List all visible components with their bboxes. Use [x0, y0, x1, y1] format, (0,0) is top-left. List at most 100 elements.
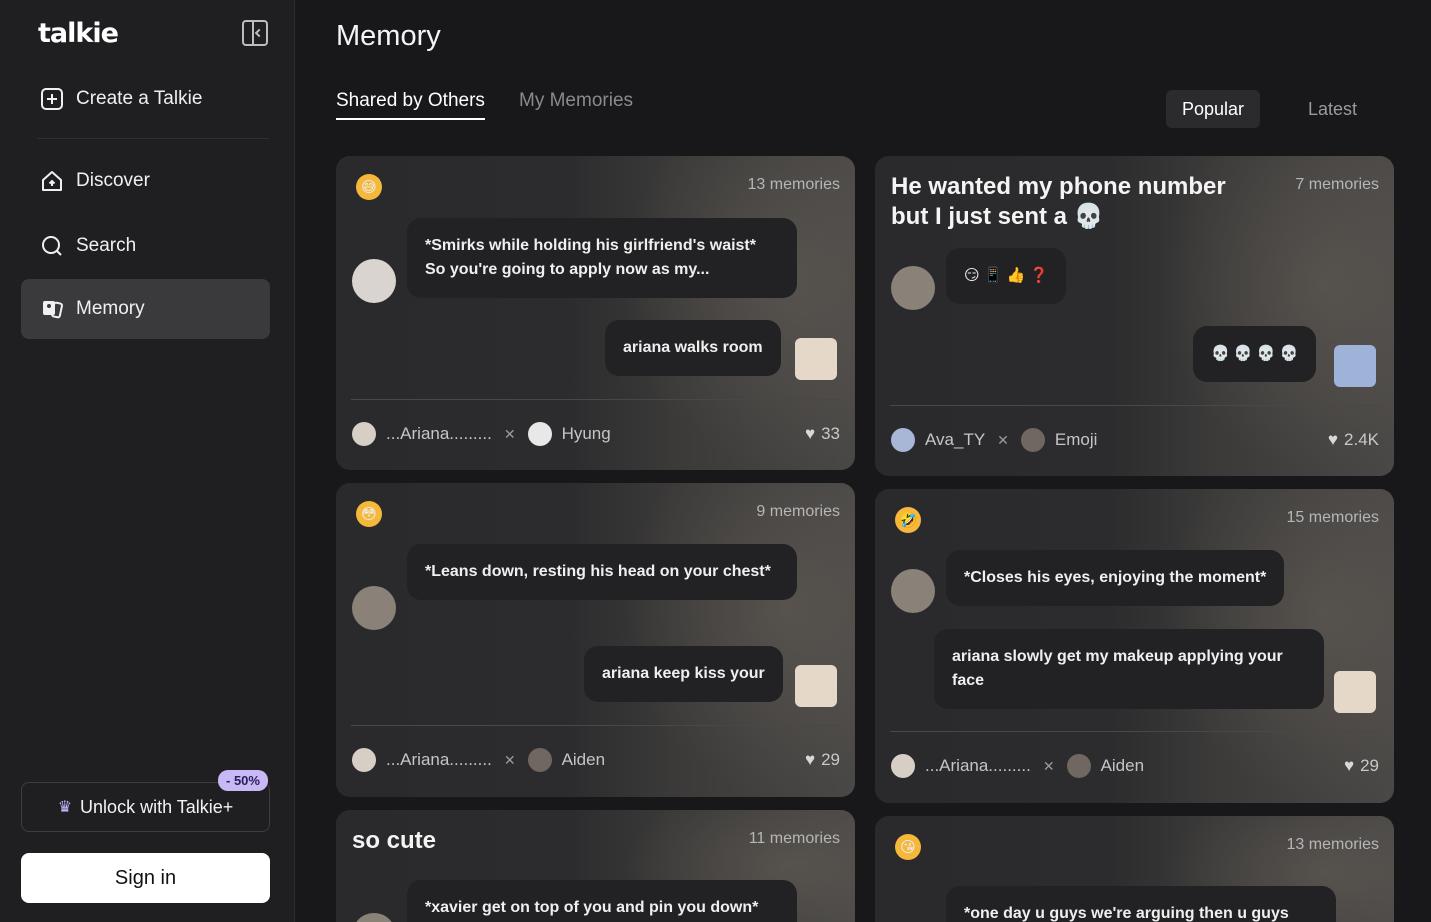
like-button[interactable]: ♥ 33	[805, 424, 840, 444]
character-name[interactable]: Hyung	[562, 424, 611, 444]
sidebar-item-memory[interactable]: Memory	[21, 279, 270, 339]
heart-icon: ♥	[1327, 430, 1339, 449]
avatar	[1334, 671, 1376, 713]
avatar	[352, 748, 376, 772]
like-count: 2.4K	[1344, 430, 1379, 449]
memory-card[interactable]: 😳 9 memories *Leans down, resting his he…	[336, 483, 855, 797]
avatar	[527, 422, 552, 446]
logo[interactable]: talkie	[38, 18, 119, 49]
memory-count: 7 memories	[1295, 176, 1379, 193]
chat-bubble: ariana keep kiss your	[584, 646, 783, 702]
cross-icon: ✕	[997, 431, 1009, 448]
chat-bubble: *Closes his eyes, enjoying the moment*	[946, 550, 1285, 606]
sidebar-item-search[interactable]: Search	[21, 216, 270, 276]
like-button[interactable]: ♥ 29	[805, 750, 840, 770]
create-talkie-button[interactable]: Create a Talkie	[21, 69, 270, 129]
character-name[interactable]: Aiden	[562, 750, 605, 770]
collapse-sidebar-icon[interactable]	[242, 20, 268, 46]
cross-icon: ✕	[1042, 757, 1055, 774]
memory-card[interactable]: 🤣 15 memories *Closes his eyes, enjoying…	[875, 489, 1394, 803]
avatar	[352, 586, 396, 630]
memory-count: 15 memories	[1286, 509, 1379, 526]
card-divider	[890, 731, 1379, 732]
avatar	[1020, 428, 1045, 452]
character-name[interactable]: Aiden	[1101, 756, 1144, 776]
card-footer: ...Ariana......... ✕ Aiden ♥ 29	[352, 745, 840, 775]
memory-card[interactable]: 😘 13 memories *one day u guys we're argu…	[875, 816, 1394, 922]
like-count: 29	[1360, 756, 1379, 775]
user-name[interactable]: ...Ariana.........	[925, 756, 1031, 776]
card-divider	[351, 399, 840, 400]
avatar	[1334, 345, 1376, 387]
avatar	[795, 338, 837, 380]
emoji-icon: 🤣	[895, 507, 921, 533]
chat-bubble: *Leans down, resting his head on your ch…	[407, 544, 797, 600]
user-name[interactable]: ...Ariana.........	[386, 424, 492, 444]
memory-title: so cute	[352, 827, 437, 854]
sort-latest-button[interactable]: Latest	[1292, 90, 1373, 128]
card-footer: ...Ariana......... ✕ Aiden ♥ 29	[891, 751, 1379, 781]
card-divider	[890, 405, 1379, 406]
memory-count: 9 memories	[756, 503, 840, 520]
card-footer: ...Ariana......... ✕ Hyung ♥ 33	[352, 419, 840, 449]
like-count: 29	[821, 750, 840, 769]
cross-icon: ✕	[503, 751, 516, 768]
emoji-icon: 😳	[356, 501, 382, 527]
chat-bubble: *xavier get on top of you and pin you do…	[407, 880, 797, 922]
page-title: Memory	[336, 20, 441, 52]
tab-my-memories[interactable]: My Memories	[519, 90, 633, 118]
memory-count: 13 memories	[747, 176, 840, 193]
home-icon	[40, 169, 64, 193]
sidebar-item-discover[interactable]: Discover	[21, 151, 270, 211]
plus-square-icon	[40, 87, 64, 111]
card-footer: Ava_TY ✕ Emoji ♥ 2.4K	[891, 425, 1379, 455]
memory-count: 13 memories	[1286, 836, 1379, 853]
like-button[interactable]: ♥ 2.4K	[1328, 430, 1379, 450]
avatar	[352, 259, 396, 303]
sign-in-button[interactable]: Sign in	[21, 853, 270, 903]
character-name[interactable]: Emoji	[1055, 430, 1098, 450]
sidebar-item-label: Memory	[76, 298, 145, 319]
sidebar-item-label: Discover	[76, 170, 150, 191]
sidebar-divider	[37, 138, 269, 139]
like-button[interactable]: ♥ 29	[1344, 756, 1379, 776]
avatar	[891, 266, 935, 310]
search-icon	[40, 234, 64, 258]
memory-title: He wanted my phone number but I just sen…	[891, 173, 1226, 230]
memory-card[interactable]: 😅 13 memories *Smirks while holding his …	[336, 156, 855, 470]
card-divider	[351, 725, 840, 726]
chat-bubble: *one day u guys we're arguing then u guy…	[946, 886, 1336, 922]
like-count: 33	[821, 424, 840, 443]
heart-icon: ♥	[1343, 756, 1355, 775]
memory-card[interactable]: He wanted my phone number but I just sen…	[875, 156, 1394, 476]
create-talkie-label: Create a Talkie	[76, 88, 203, 109]
cross-icon: ✕	[503, 425, 516, 442]
chat-bubble: *Smirks while holding his girlfriend's w…	[407, 218, 797, 298]
app: talkie Create a Talkie Discover Search M…	[0, 0, 1431, 922]
avatar	[795, 665, 837, 707]
sort-popular-button[interactable]: Popular	[1166, 90, 1261, 128]
memory-icon	[40, 297, 64, 321]
discount-badge: - 50%	[218, 770, 268, 791]
user-name[interactable]: Ava_TY	[925, 430, 985, 450]
avatar	[352, 913, 396, 922]
memory-count: 11 memories	[748, 830, 840, 847]
emoji-icon: 😘	[895, 834, 921, 860]
avatar	[527, 748, 552, 772]
unlock-label: Unlock with Talkie+	[80, 796, 234, 817]
emoji-icon: 😅	[356, 174, 382, 200]
tab-shared-by-others[interactable]: Shared by Others	[336, 90, 485, 120]
chat-bubble: 😏 📱 👍 ❓	[946, 248, 1067, 304]
user-name[interactable]: ...Ariana.........	[386, 750, 492, 770]
sidebar: talkie Create a Talkie Discover Search M…	[0, 0, 295, 922]
heart-icon: ♥	[804, 424, 816, 443]
chat-bubble: ariana walks room	[605, 320, 781, 376]
heart-icon: ♥	[804, 750, 816, 769]
chat-bubble: 💀 💀 💀 💀	[1193, 326, 1317, 382]
sidebar-item-label: Search	[76, 235, 137, 256]
avatar	[891, 569, 935, 613]
memory-card[interactable]: so cute 11 memories *xavier get on top o…	[336, 810, 855, 922]
avatar	[1066, 754, 1091, 778]
chat-bubble: ariana slowly get my makeup applying you…	[934, 629, 1324, 709]
crown-icon: ♛	[57, 799, 73, 816]
